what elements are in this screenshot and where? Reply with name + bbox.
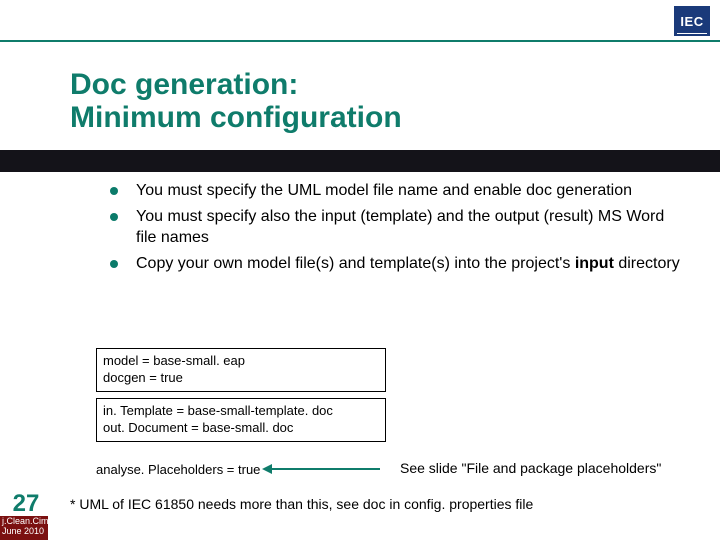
footer-box: j.Clean.Cim June 2010 [0,516,48,540]
page-number: 27 [4,490,48,518]
code-line: docgen = true [103,370,379,387]
iec-logo-underline [677,33,707,34]
bullet-item: You must specify also the input (templat… [110,206,680,249]
code-line: model = base-small. eap [103,353,379,370]
bullet-text: You must specify also the input (templat… [136,208,664,247]
iec-logo: IEC [674,6,710,36]
title-line-2: Minimum configuration [70,101,680,134]
title-line-1: Doc generation: [70,68,680,101]
code-boxes: model = base-small. eap docgen = true in… [96,348,386,448]
code-box: model = base-small. eap docgen = true [96,348,386,392]
top-rule [0,40,720,42]
bullet-item: You must specify the UML model file name… [110,180,680,202]
iec-logo-text: IEC [680,14,703,29]
code-line: in. Template = base-small-template. doc [103,403,379,420]
arrow-left-icon [270,468,380,470]
code-line: out. Document = base-small. doc [103,420,379,437]
code-loose-line: analyse. Placeholders = true [96,462,260,477]
dark-band [0,150,720,172]
footer-line-2: June 2010 [2,527,46,537]
bullet-text-pre: Copy your own model file(s) and template… [136,255,575,272]
topbar [0,0,720,40]
bullet-item: Copy your own model file(s) and template… [110,253,680,275]
see-also-text: See slide "File and package placeholders… [400,460,661,476]
bullet-text-post: directory [614,255,680,272]
code-box: in. Template = base-small-template. doc … [96,398,386,442]
bullet-list: You must specify the UML model file name… [110,180,680,278]
slide: IEC Doc generation: Minimum configuratio… [0,0,720,540]
slide-title: Doc generation: Minimum configuration [70,68,680,134]
bullet-text: You must specify the UML model file name… [136,182,632,199]
bullet-text-bold: input [575,255,614,272]
footnote-text: * UML of IEC 61850 needs more than this,… [70,496,533,512]
